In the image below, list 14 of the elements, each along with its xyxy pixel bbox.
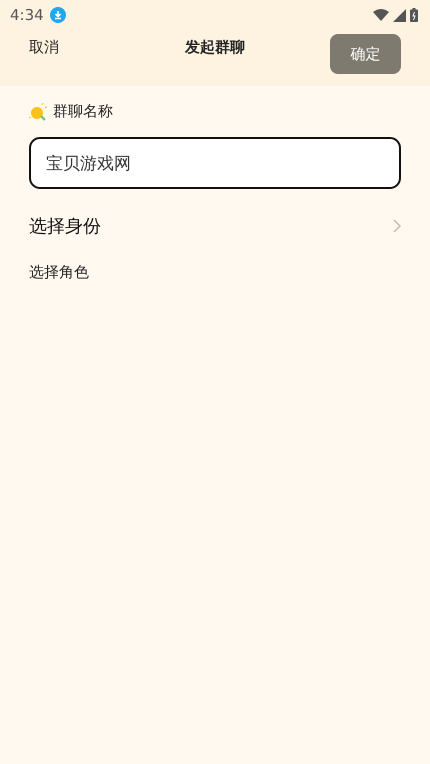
wifi-icon [373, 9, 389, 21]
signal-icon [393, 8, 406, 22]
role-label: 选择角色 [29, 263, 90, 282]
download-icon [50, 7, 66, 23]
lightbulb-icon [29, 102, 49, 120]
group-name-field[interactable]: 宝贝游戏网 [29, 137, 401, 189]
chevron-icon [393, 219, 401, 233]
battery-icon [410, 8, 418, 22]
page-title: 发起群聊 [185, 38, 245, 57]
status-time: 4:34 [10, 6, 44, 24]
field-label: 群聊名称 [53, 102, 113, 121]
identity-label[interactable]: 选择身份 [29, 214, 101, 238]
cancel-button[interactable]: 取消 [29, 38, 59, 57]
confirm-button[interactable]: 确定 [330, 34, 401, 74]
